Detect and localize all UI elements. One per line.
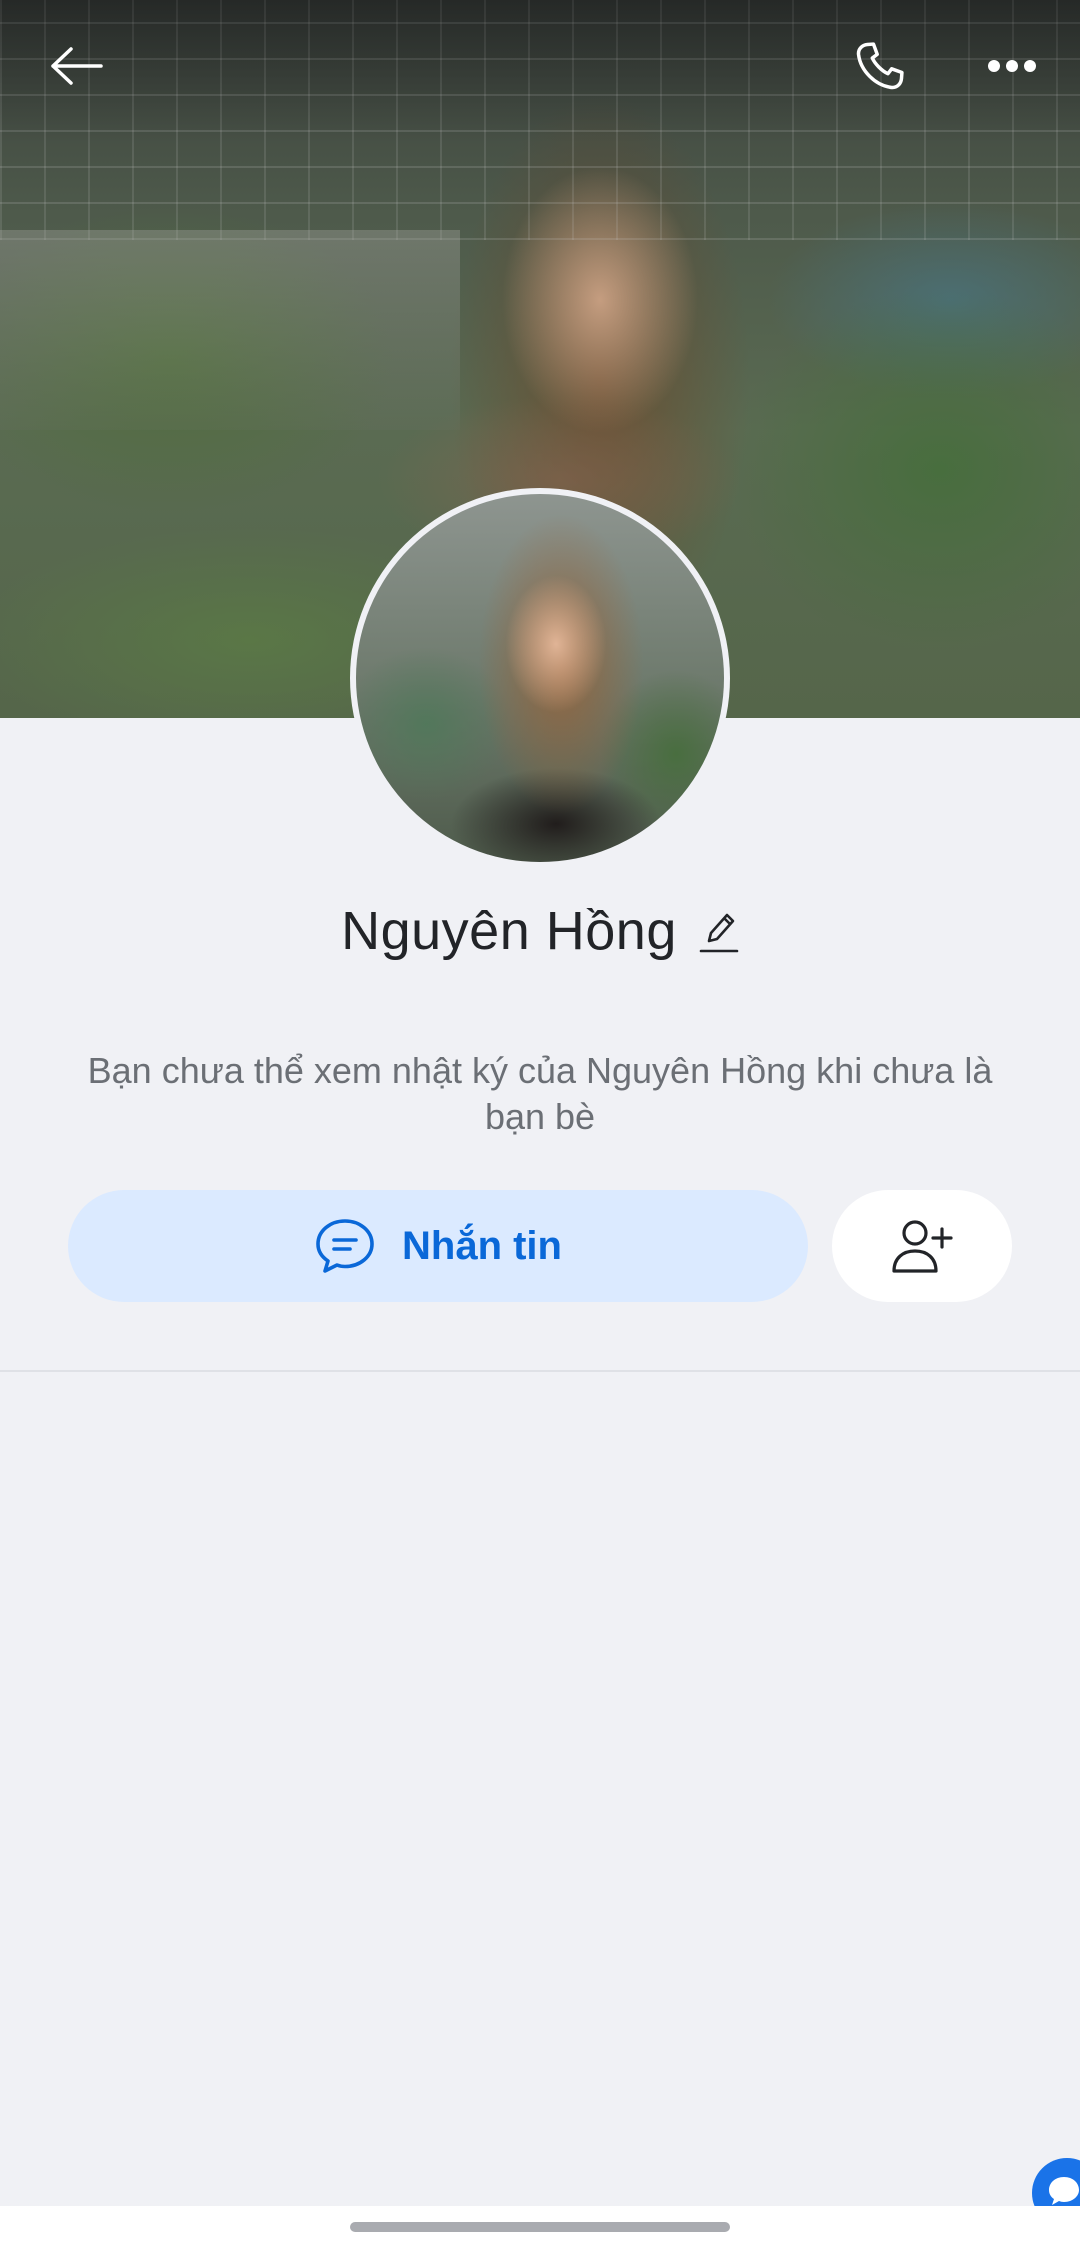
arrow-left-icon xyxy=(51,47,103,85)
diary-privacy-notice: Bạn chưa thể xem nhật ký của Nguyên Hồng… xyxy=(87,1050,993,1137)
chat-bubble-icon xyxy=(316,1219,374,1273)
pencil-icon[interactable] xyxy=(699,909,739,955)
back-button[interactable] xyxy=(38,28,114,104)
call-button[interactable] xyxy=(842,28,918,104)
profile-name: Nguyên Hồng xyxy=(341,901,677,961)
add-friend-button[interactable] xyxy=(832,1190,1012,1302)
more-horizontal-icon xyxy=(988,60,1036,72)
home-indicator[interactable] xyxy=(350,2222,730,2232)
avatar-photo xyxy=(356,494,724,862)
chat-bubble-icon xyxy=(1049,2177,1079,2205)
section-divider xyxy=(0,1370,1080,1372)
phone-icon xyxy=(856,42,904,90)
avatar[interactable] xyxy=(350,488,730,868)
user-plus-icon xyxy=(892,1220,953,1273)
message-button-label: Nhắn tin xyxy=(402,1223,562,1268)
name-row: Nguyên Hồng xyxy=(0,900,1080,962)
more-button[interactable] xyxy=(974,28,1050,104)
message-button[interactable]: Nhắn tin xyxy=(68,1190,808,1302)
